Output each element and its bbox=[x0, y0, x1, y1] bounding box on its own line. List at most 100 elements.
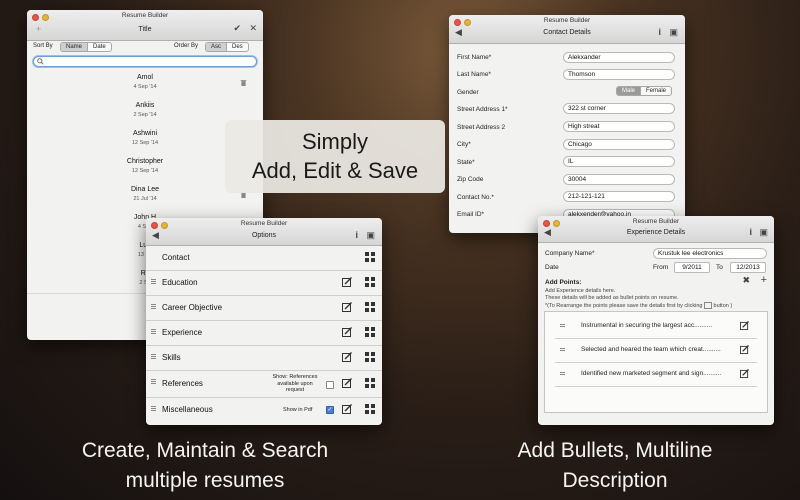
item-name: Ankiis bbox=[135, 102, 155, 109]
option-experience[interactable]: Experience bbox=[146, 320, 382, 346]
order-by-segment[interactable]: Asc Des bbox=[205, 42, 249, 52]
to-date-field[interactable]: 12/2013 bbox=[730, 262, 766, 273]
drag-handle-icon[interactable] bbox=[560, 372, 565, 375]
edit-icon[interactable] bbox=[740, 345, 749, 354]
contact-number-field[interactable]: 212-121-121 bbox=[563, 191, 675, 202]
city-field[interactable]: Chicago bbox=[563, 139, 675, 150]
item-date: 21 Jul '14 bbox=[133, 196, 157, 202]
edit-icon[interactable] bbox=[740, 321, 749, 330]
item-name: Amol bbox=[137, 74, 153, 81]
drag-handle-icon[interactable] bbox=[151, 279, 156, 285]
from-label: From bbox=[653, 264, 669, 271]
drag-handle-icon[interactable] bbox=[151, 354, 156, 360]
save-icon[interactable]: ▣ bbox=[669, 28, 678, 37]
first-name-field[interactable]: Alekxander bbox=[563, 52, 675, 63]
references-checkbox[interactable] bbox=[326, 381, 334, 389]
add-point-icon[interactable]: + bbox=[761, 275, 767, 286]
order-des-option[interactable]: Des bbox=[227, 43, 248, 51]
street-address-2-field[interactable]: High streat bbox=[563, 121, 675, 132]
edit-icon[interactable] bbox=[342, 302, 352, 312]
right-caption-line-1: Add Bullets, Multiline bbox=[517, 439, 713, 462]
from-date-field[interactable]: 9/2011 bbox=[674, 262, 710, 273]
pdf-checkbox[interactable]: ✓ bbox=[326, 406, 334, 414]
info-icon[interactable]: i bbox=[355, 231, 358, 240]
edit-icon[interactable] bbox=[342, 327, 352, 337]
drag-handle-icon[interactable] bbox=[151, 304, 156, 310]
add-icon[interactable]: + bbox=[36, 25, 41, 34]
options-list: Contact Education Career Objective Exper… bbox=[146, 245, 382, 425]
grid-icon[interactable] bbox=[365, 378, 375, 388]
gender-segment[interactable]: Male Female bbox=[616, 86, 673, 96]
help-line-3: *(To Rearrange the points please save th… bbox=[545, 302, 732, 309]
option-label: Miscellaneous bbox=[162, 405, 213, 414]
company-name-field[interactable]: Krustuk lee electronics bbox=[653, 248, 767, 259]
grid-icon[interactable] bbox=[365, 327, 375, 337]
overlay-line-2: Add, Edit & Save bbox=[251, 158, 419, 183]
option-label: Career Objective bbox=[162, 303, 223, 312]
option-label: Education bbox=[162, 278, 198, 287]
search-icon bbox=[37, 58, 44, 65]
grid-icon[interactable] bbox=[365, 302, 375, 312]
item-date: 2 Sep '14 bbox=[133, 112, 157, 118]
info-icon[interactable]: i bbox=[658, 28, 661, 37]
back-arrow-icon[interactable]: ◀ bbox=[544, 228, 551, 237]
drag-handle-icon[interactable] bbox=[560, 324, 565, 327]
option-miscellaneous[interactable]: Miscellaneous Show in Pdf ✓ bbox=[146, 397, 382, 422]
gender-female-option[interactable]: Female bbox=[641, 87, 671, 95]
to-label: To bbox=[716, 264, 723, 271]
delete-icon[interactable]: ✖ bbox=[742, 276, 750, 285]
trash-icon[interactable] bbox=[240, 79, 247, 86]
search-input[interactable] bbox=[46, 57, 226, 65]
field-label: State* bbox=[457, 159, 475, 166]
window-title: Resume Builder bbox=[632, 218, 680, 225]
order-asc-option[interactable]: Asc bbox=[206, 43, 228, 51]
grid-icon[interactable] bbox=[365, 404, 375, 414]
info-icon[interactable]: i bbox=[749, 228, 752, 237]
grid-icon[interactable] bbox=[365, 352, 375, 362]
option-education[interactable]: Education bbox=[146, 270, 382, 296]
promo-overlay: Simply Add, Edit & Save bbox=[225, 120, 445, 193]
edit-icon[interactable] bbox=[342, 277, 352, 287]
tools-icon[interactable]: ✕ bbox=[249, 24, 257, 33]
grid-icon[interactable] bbox=[365, 277, 375, 287]
sort-name-option[interactable]: Name bbox=[61, 43, 89, 51]
edit-icon[interactable] bbox=[342, 378, 352, 388]
option-skills[interactable]: Skills bbox=[146, 345, 382, 371]
search-field[interactable] bbox=[33, 56, 257, 67]
save-icon[interactable]: ▣ bbox=[759, 228, 768, 237]
nav-title: Options bbox=[251, 232, 277, 239]
street-address-1-field[interactable]: 322 st corner bbox=[563, 103, 675, 114]
option-contact[interactable]: Contact bbox=[146, 245, 382, 271]
points-list: Instrumental in securing the largest acc… bbox=[544, 311, 768, 413]
edit-icon[interactable] bbox=[342, 404, 352, 414]
window-title: Resume Builder bbox=[121, 12, 169, 19]
option-references[interactable]: References Show: References available up… bbox=[146, 370, 382, 398]
title-bar: Resume Builder Experience Details ◀ i ▣ bbox=[538, 216, 774, 243]
bullet-point-item[interactable]: Selected and heared the team which creat… bbox=[555, 338, 757, 363]
checkmark-icon[interactable]: ✔ bbox=[233, 24, 241, 33]
sort-date-option[interactable]: Date bbox=[88, 43, 111, 51]
list-item[interactable]: Amol 4 Sep '14 bbox=[27, 69, 263, 98]
edit-icon[interactable] bbox=[740, 369, 749, 378]
bullet-point-item[interactable]: Instrumental in securing the largest acc… bbox=[555, 314, 757, 339]
print-icon[interactable]: ▣ bbox=[366, 231, 375, 240]
zip-code-field[interactable]: 30004 bbox=[563, 174, 675, 185]
gender-male-option[interactable]: Male bbox=[617, 87, 642, 95]
drag-handle-icon[interactable] bbox=[151, 329, 156, 335]
state-field[interactable]: IL bbox=[563, 156, 675, 167]
field-label: City* bbox=[457, 141, 471, 148]
option-career-objective[interactable]: Career Objective bbox=[146, 295, 382, 321]
drag-handle-icon[interactable] bbox=[151, 406, 156, 412]
back-arrow-icon[interactable]: ◀ bbox=[455, 28, 462, 37]
left-caption-line-1: Create, Maintain & Search bbox=[81, 439, 329, 462]
edit-icon[interactable] bbox=[342, 352, 352, 362]
field-label: First Name* bbox=[457, 54, 492, 61]
last-name-field[interactable]: Thomson bbox=[563, 69, 675, 80]
back-arrow-icon[interactable]: ◀ bbox=[152, 231, 159, 240]
sort-by-segment[interactable]: Name Date bbox=[60, 42, 112, 52]
drag-handle-icon[interactable] bbox=[151, 379, 156, 385]
grid-icon[interactable] bbox=[365, 252, 375, 262]
bullet-point-item[interactable]: Identified new marketed segment and sign… bbox=[555, 362, 757, 387]
date-label: Date bbox=[545, 264, 559, 271]
drag-handle-icon[interactable] bbox=[560, 348, 565, 351]
